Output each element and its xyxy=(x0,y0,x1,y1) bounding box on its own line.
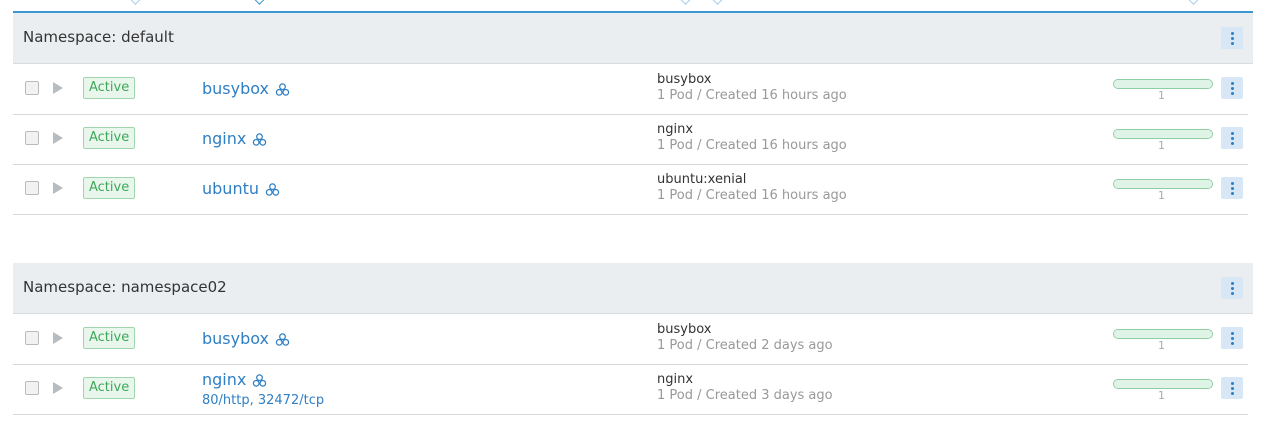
service-icon xyxy=(275,83,290,96)
workload-meta: 1 Pod / Created 16 hours ago xyxy=(657,138,847,153)
workload-image: busybox xyxy=(657,72,712,87)
workload-meta: 1 Pod / Created 16 hours ago xyxy=(657,88,847,103)
table-row: Active nginx 80/http, 32472/tcp nginx 1 … xyxy=(13,364,1248,415)
status-badge: Active xyxy=(83,177,136,199)
workload-link[interactable]: busybox xyxy=(202,329,269,348)
workload-name[interactable]: ubuntu xyxy=(202,179,280,198)
workload-link[interactable]: nginx xyxy=(202,129,246,148)
workload-link[interactable]: ubuntu xyxy=(202,179,259,198)
workload-image: nginx xyxy=(657,372,694,387)
namespace-actions-menu-icon[interactable] xyxy=(1221,277,1243,299)
scale-progress-bar xyxy=(1113,329,1213,339)
expand-row-icon[interactable] xyxy=(53,132,63,144)
namespace-title: Namespace: default xyxy=(23,28,174,46)
table-row: Active ubuntu ubuntu:xenial 1 Pod / Crea… xyxy=(13,164,1248,215)
workload-meta: 1 Pod / Created 2 days ago xyxy=(657,338,833,353)
row-checkbox[interactable] xyxy=(25,331,39,345)
status-badge: Active xyxy=(83,327,136,349)
row-actions-menu-icon[interactable] xyxy=(1221,327,1243,349)
row-checkbox[interactable] xyxy=(25,181,39,195)
scale-count: 1 xyxy=(1158,189,1165,202)
service-icon xyxy=(253,133,267,146)
service-icon xyxy=(253,374,267,387)
row-actions-menu-icon[interactable] xyxy=(1221,127,1243,149)
scale-progress-bar xyxy=(1113,179,1213,189)
service-icon xyxy=(265,183,280,196)
scale-progress-bar xyxy=(1113,129,1213,139)
sort-caret-icon[interactable] xyxy=(1187,0,1200,5)
workload-image: busybox xyxy=(657,322,712,337)
row-actions-menu-icon[interactable] xyxy=(1221,177,1243,199)
scale-progress-bar xyxy=(1113,379,1213,389)
sort-caret-icon[interactable] xyxy=(711,0,724,5)
row-actions-menu-icon[interactable] xyxy=(1221,77,1243,99)
expand-row-icon[interactable] xyxy=(53,82,63,94)
workload-name[interactable]: busybox xyxy=(202,79,290,98)
table-row: Active nginx nginx 1 Pod / Created 16 ho… xyxy=(13,114,1248,165)
namespace-actions-menu-icon[interactable] xyxy=(1221,27,1243,49)
sort-caret-active-icon[interactable] xyxy=(253,0,266,5)
sort-caret-icon[interactable] xyxy=(129,0,142,5)
scale-count: 1 xyxy=(1158,339,1165,352)
row-checkbox[interactable] xyxy=(25,381,39,395)
expand-row-icon[interactable] xyxy=(53,332,63,344)
expand-row-icon[interactable] xyxy=(53,382,63,394)
scale-count: 1 xyxy=(1158,89,1165,102)
workload-link[interactable]: busybox xyxy=(202,79,269,98)
table-row: Active busybox busybox 1 Pod / Created 2… xyxy=(13,314,1248,365)
row-actions-menu-icon[interactable] xyxy=(1221,377,1243,399)
table-row: Active busybox busybox 1 Pod / Created 1… xyxy=(13,64,1248,115)
status-badge: Active xyxy=(83,77,136,99)
row-checkbox[interactable] xyxy=(25,81,39,95)
namespace-group-header: Namespace: namespace02 xyxy=(13,263,1253,314)
workload-ports-link[interactable]: 80/http, 32472/tcp xyxy=(202,393,324,408)
row-checkbox[interactable] xyxy=(25,131,39,145)
namespace-title: Namespace: namespace02 xyxy=(23,278,227,296)
scale-count: 1 xyxy=(1158,389,1165,402)
workload-meta: 1 Pod / Created 16 hours ago xyxy=(657,188,847,203)
workload-name[interactable]: nginx xyxy=(202,370,267,389)
scale-progress-bar xyxy=(1113,79,1213,89)
workload-image: ubuntu:xenial xyxy=(657,172,747,187)
workload-image: nginx xyxy=(657,122,694,137)
status-badge: Active xyxy=(83,127,136,149)
namespace-group-header: Namespace: default xyxy=(13,13,1253,64)
workload-name[interactable]: busybox xyxy=(202,329,290,348)
service-icon xyxy=(275,333,290,346)
sort-divider xyxy=(679,0,692,5)
workload-meta: 1 Pod / Created 3 days ago xyxy=(657,388,833,403)
scale-count: 1 xyxy=(1158,139,1165,152)
workload-link[interactable]: nginx xyxy=(202,370,246,389)
workload-name[interactable]: nginx xyxy=(202,129,267,148)
expand-row-icon[interactable] xyxy=(53,182,63,194)
status-badge: Active xyxy=(83,377,136,399)
